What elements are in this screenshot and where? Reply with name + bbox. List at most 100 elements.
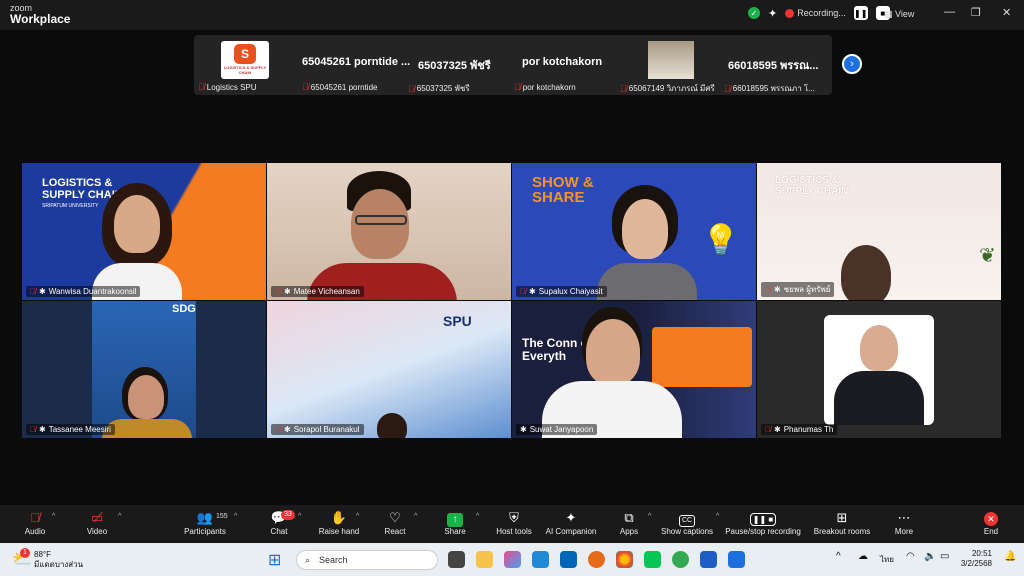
participant-photo: [648, 41, 694, 79]
more-button[interactable]: ⋯ More: [890, 509, 918, 536]
ai-companion-label: AI Companion: [545, 527, 597, 536]
strip-thumb-5[interactable]: 🎙̸ 65067149 วิภาภรณ์ มีศรี: [616, 35, 720, 95]
video-tile[interactable]: 🎙̸ ✱ Phanumas Th: [757, 301, 1001, 438]
minimize-icon[interactable]: —: [944, 6, 955, 18]
word-icon[interactable]: [700, 551, 717, 568]
participant-face: [860, 325, 898, 371]
tile-label: Phanumas Th: [783, 425, 834, 434]
strip-thumb-2[interactable]: 65045261 porntide ... 🎙̸ 65045261 porntid…: [298, 35, 410, 95]
firefox-icon[interactable]: [588, 551, 605, 568]
video-tile[interactable]: LOGISTICS & SUPPLY CHAIN ❦ 🎙̸ ✱ ชยพล ผู้ทร…: [757, 163, 1001, 300]
participant-face: [377, 413, 407, 438]
strip-name: 65037325 พัชรี: [418, 60, 491, 72]
brand-line2: Workplace: [10, 12, 71, 26]
chevron-up-icon[interactable]: ^: [234, 513, 237, 520]
notification-bell-icon[interactable]: 🔔: [1004, 551, 1016, 562]
clock-time: 20:51: [971, 549, 992, 558]
copilot-icon[interactable]: [504, 551, 521, 568]
file-explorer-icon[interactable]: [476, 551, 493, 568]
video-tile[interactable]: SHOW & SHARE 💡 🎙̸ ✱ Supalux Chaiyasit: [512, 163, 756, 300]
pause-stop-icon: ❚❚ ■: [724, 509, 802, 527]
background-banner: [652, 327, 752, 387]
end-label: End: [983, 527, 999, 536]
lightbulb-icon: 💡: [702, 224, 740, 257]
chrome-icon[interactable]: [616, 551, 633, 568]
view-button[interactable]: ▦ View: [884, 9, 914, 20]
ai-companion-button[interactable]: ✦ AI Companion: [544, 509, 598, 536]
video-tile[interactable]: SPU 🎙̸ ✱ Sorapol Buranakul: [267, 301, 511, 438]
chevron-up-icon[interactable]: ^: [52, 513, 55, 520]
strip-thumb-logistics[interactable]: S LOGISTICS & SUPPLY CHAIN 🎙̸ Logistics S…: [194, 35, 298, 95]
share-label: Share: [444, 527, 466, 536]
mic-off-icon: 🎙̸: [275, 287, 281, 296]
chevron-up-icon[interactable]: ^: [414, 513, 417, 520]
host-tools-label: Host tools: [496, 527, 532, 536]
strip-thumb-4[interactable]: por kotchakorn 🎙̸ por kotchakorn: [510, 35, 616, 95]
restore-icon[interactable]: ❐: [971, 6, 981, 19]
shield-icon[interactable]: ✓: [748, 7, 760, 19]
chevron-up-icon[interactable]: ^: [648, 513, 651, 520]
mic-off-icon: 🎙̸: [620, 83, 627, 94]
video-tile[interactable]: 🎙̸ ✱ Matee Vicheansan: [267, 163, 511, 300]
pin-icon: ✱: [774, 285, 781, 294]
pin-icon: ✱: [39, 287, 46, 296]
show-captions-button[interactable]: CC Show captions: [660, 509, 714, 536]
video-off-icon: ▭̸: [90, 510, 104, 525]
language-indicator[interactable]: ไทย: [880, 553, 894, 566]
mic-off-icon: 🎙̸: [724, 83, 731, 94]
battery-icon[interactable]: ▭: [940, 551, 949, 562]
windows-taskbar: ⛅ 1 88°F มีแดดบางส่วน ⊞ ⌕ Search ^ ☁ ไทย…: [0, 543, 1024, 576]
close-icon[interactable]: ✕: [1002, 6, 1011, 19]
hand-icon: ✋: [330, 510, 348, 525]
chevron-up-icon[interactable]: ^: [298, 513, 301, 520]
host-tools-button[interactable]: ⛨ Host tools: [494, 509, 534, 536]
task-view-icon[interactable]: [448, 551, 465, 568]
chevron-up-icon[interactable]: ^: [356, 513, 359, 520]
breakout-rooms-button[interactable]: ⊞ Breakout rooms: [812, 509, 872, 536]
raise-hand-button[interactable]: ✋ Raise hand: [318, 509, 360, 536]
background-subtext: SRIPATUM UNIVERSITY: [42, 203, 99, 209]
windows-start-icon[interactable]: ⊞: [268, 550, 281, 570]
video-tile[interactable]: SDG 🎙̸ ✱ Tassanee Meesiri: [22, 301, 266, 438]
react-button[interactable]: ♡ React: [380, 509, 410, 536]
strip-name: por kotchakorn: [522, 56, 603, 68]
video-button[interactable]: ▭̸ Video: [82, 509, 112, 536]
ai-sparkle-icon[interactable]: ✦: [768, 7, 777, 20]
chevron-up-icon[interactable]: ^: [118, 513, 121, 520]
mic-off-icon: 🎙̸: [408, 83, 415, 94]
clock[interactable]: 20:51 3/2/2568: [958, 549, 992, 569]
audio-button[interactable]: 🎙̸ Audio: [20, 509, 50, 536]
share-button[interactable]: ↑ Share: [440, 509, 470, 536]
taskbar-search[interactable]: ⌕ Search: [296, 550, 438, 570]
zoom-taskbar-icon[interactable]: [728, 551, 745, 568]
end-button[interactable]: ✕ End: [978, 509, 1004, 536]
store-icon[interactable]: [560, 551, 577, 568]
mic-off-icon: 🎙̸: [198, 82, 205, 92]
tile-label: Supalux Chaiyasit: [538, 287, 603, 296]
mic-off-icon: 🎙̸: [30, 287, 36, 296]
chevron-up-icon[interactable]: ^: [716, 513, 719, 520]
chrome-profile-icon[interactable]: [672, 551, 689, 568]
react-label: React: [384, 527, 406, 536]
more-icon: ⋯: [897, 510, 911, 525]
strip-thumb-3[interactable]: 65037325 พัชรี 🎙̸ 65037325 พัชรี: [404, 35, 510, 95]
participant-body: [597, 263, 697, 300]
weather-widget[interactable]: 88°F มีแดดบางส่วน: [34, 550, 83, 570]
line-icon[interactable]: [644, 551, 661, 568]
video-tile[interactable]: LOGISTICS & SUPPLY CHAIN SRIPATUM UNIVER…: [22, 163, 266, 300]
recording-area: ✓ ✦ Recording... ❚❚ ■: [748, 6, 890, 20]
chevron-up-icon[interactable]: ^: [836, 551, 841, 562]
view-grid-icon: ▦: [884, 9, 893, 19]
strip-thumb-6[interactable]: 66018595 พรรณ... 🎙̸ 66018595 พรรณภา โ...: [720, 35, 832, 95]
video-tile[interactable]: The Conn of Everyth ✱ Suwat Janyapoon: [512, 301, 756, 438]
pause-recording-button[interactable]: ❚❚ ■ Pause/stop recording: [724, 509, 802, 536]
next-page-button[interactable]: ›: [842, 54, 862, 74]
cloud-icon[interactable]: ☁: [858, 551, 868, 562]
edge-icon[interactable]: [532, 551, 549, 568]
wifi-icon[interactable]: ◠: [906, 551, 915, 562]
speaker-icon[interactable]: 🔈: [924, 551, 936, 562]
apps-button[interactable]: ⧉ Apps: [616, 509, 642, 536]
pause-recording-icon[interactable]: ❚❚: [853, 6, 868, 20]
heart-icon: ♡: [389, 510, 401, 525]
chevron-up-icon[interactable]: ^: [476, 513, 479, 520]
